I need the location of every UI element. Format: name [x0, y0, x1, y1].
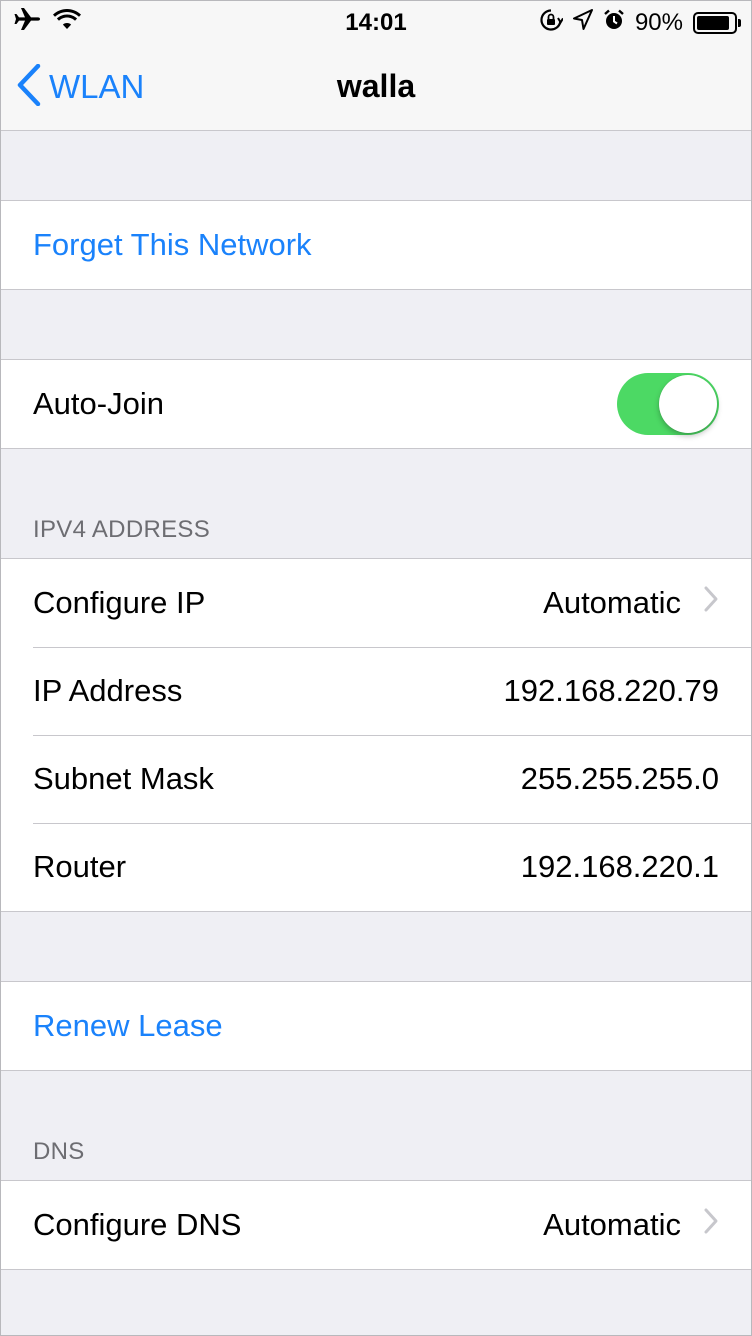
status-bar: 14:01 90% [1, 1, 751, 41]
ip-address-value: 192.168.220.79 [503, 673, 720, 708]
configure-dns-row[interactable]: Configure DNS Automatic [1, 1181, 751, 1269]
auto-join-toggle[interactable] [617, 373, 719, 435]
location-arrow-icon [572, 9, 593, 36]
renew-lease-button[interactable]: Renew Lease [1, 982, 751, 1070]
configure-ip-label: Configure IP [33, 585, 206, 620]
renew-lease-label: Renew Lease [33, 1008, 223, 1043]
chevron-right-icon [681, 1207, 719, 1243]
ip-address-label: IP Address [33, 673, 183, 708]
navigation-bar: WLAN walla [1, 41, 751, 131]
renew-group: Renew Lease [1, 981, 751, 1071]
forget-network-label: Forget This Network [33, 227, 312, 262]
orientation-lock-icon [539, 8, 564, 37]
configure-ip-value: Automatic [543, 585, 681, 620]
battery-percentage: 90% [634, 8, 683, 36]
page-title: walla [336, 68, 416, 104]
auto-join-row: Auto-Join [1, 360, 751, 448]
subnet-mask-label: Subnet Mask [33, 761, 214, 796]
status-bar-right: 90% [539, 8, 741, 37]
subnet-mask-row: Subnet Mask 255.255.255.0 [1, 735, 751, 823]
auto-join-group: Auto-Join [1, 359, 751, 449]
alarm-icon [603, 9, 625, 36]
dns-group: Configure DNS Automatic [1, 1180, 751, 1270]
subnet-mask-value: 255.255.255.0 [520, 761, 719, 796]
chevron-right-icon [681, 585, 719, 621]
dns-section-header: DNS [33, 1138, 85, 1165]
router-value: 192.168.220.1 [520, 849, 719, 884]
toggle-knob [659, 375, 717, 433]
configure-dns-label: Configure DNS [33, 1207, 242, 1242]
router-row: Router 192.168.220.1 [1, 823, 751, 911]
configure-dns-value: Automatic [543, 1207, 681, 1242]
ipv4-section-header: IPV4 ADDRESS [33, 516, 211, 543]
battery-icon [693, 11, 741, 34]
ipv4-group: Configure IP Automatic IP Address 192.16… [1, 558, 751, 912]
router-label: Router [33, 849, 127, 884]
forget-network-button[interactable]: Forget This Network [1, 201, 751, 289]
ip-address-row: IP Address 192.168.220.79 [1, 647, 751, 735]
battery-fill [697, 15, 729, 30]
battery-nub [738, 18, 741, 27]
auto-join-label: Auto-Join [33, 386, 164, 421]
wifi-network-detail-screen: 14:01 90% WLAN walla Forget This Network… [0, 0, 752, 1336]
configure-ip-row[interactable]: Configure IP Automatic [1, 559, 751, 647]
forget-group: Forget This Network [1, 200, 751, 290]
